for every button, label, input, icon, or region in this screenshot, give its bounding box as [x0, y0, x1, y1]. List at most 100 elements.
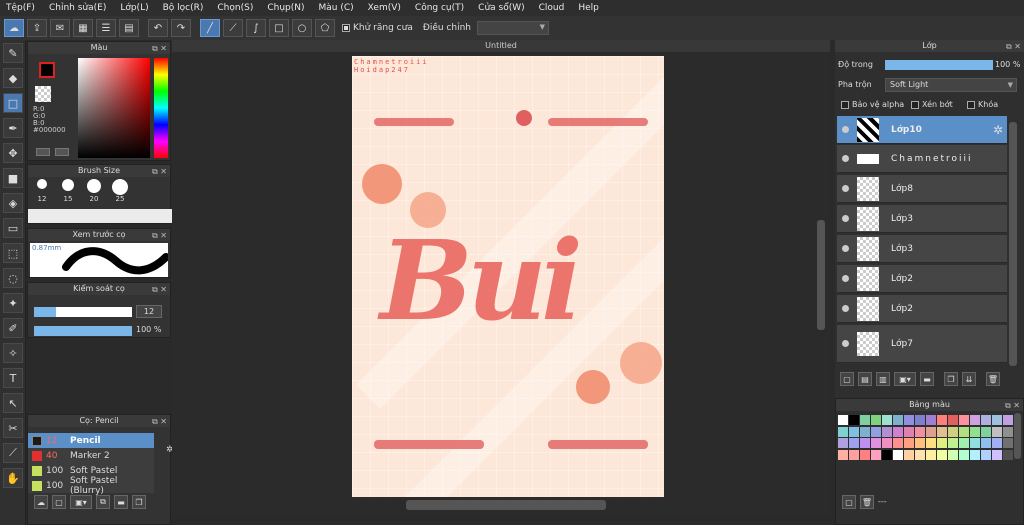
- eye-icon[interactable]: [842, 215, 849, 222]
- menu-window[interactable]: Cửa sổ(W): [478, 3, 524, 13]
- palette-swatch[interactable]: [1003, 438, 1013, 448]
- palette-swatch[interactable]: [959, 415, 969, 425]
- menu-tools[interactable]: Công cụ(T): [415, 3, 464, 13]
- palette-swatch[interactable]: [882, 438, 892, 448]
- eye-icon[interactable]: [842, 185, 849, 192]
- eye-icon[interactable]: [842, 245, 849, 252]
- new-layer-8bit-icon[interactable]: ▤: [858, 372, 872, 386]
- palette-swatch[interactable]: [948, 415, 958, 425]
- chat-icon[interactable]: ✉: [50, 19, 70, 37]
- duplicate-icon[interactable]: ❐: [132, 495, 146, 509]
- move-tool-icon[interactable]: ✥: [3, 143, 23, 163]
- palette-swatch[interactable]: [937, 415, 947, 425]
- folder-icon[interactable]: ▬: [920, 372, 934, 386]
- add-brush-icon[interactable]: ▣▾: [70, 495, 92, 509]
- saturation-value-picker[interactable]: [78, 58, 150, 158]
- palette-swatch[interactable]: [871, 449, 881, 460]
- palette-swatch[interactable]: [981, 415, 991, 425]
- menu-help[interactable]: Help: [578, 3, 599, 13]
- menu-cloud[interactable]: Cloud: [539, 3, 565, 13]
- eye-icon[interactable]: [842, 126, 849, 133]
- color-mode-button-1[interactable]: [36, 148, 50, 156]
- menu-edit[interactable]: Chỉnh sửa(E): [49, 3, 106, 13]
- palette-swatch[interactable]: [948, 449, 958, 460]
- palette-swatch[interactable]: [959, 438, 969, 448]
- brush-item-marker[interactable]: 40 Marker 2: [28, 448, 154, 463]
- palette-swatch[interactable]: [860, 449, 870, 460]
- palette-swatch[interactable]: [992, 449, 1002, 460]
- eye-icon[interactable]: [842, 155, 849, 162]
- palette-swatch[interactable]: [937, 449, 947, 460]
- popout-icon[interactable]: ⧉ ✕: [152, 166, 167, 178]
- palette-swatch[interactable]: [915, 426, 925, 437]
- artwork-canvas[interactable]: Chamnetroiii Hoidap247 Bui: [352, 56, 664, 497]
- gradient-tool-icon[interactable]: ▭: [3, 218, 23, 238]
- palette-swatch[interactable]: [970, 438, 980, 448]
- fill-rect-icon[interactable]: ■: [3, 168, 23, 188]
- vertical-scrollbar[interactable]: [817, 220, 825, 330]
- layer-item[interactable]: Lớp3: [837, 235, 1007, 263]
- palette-swatch[interactable]: [992, 438, 1002, 448]
- cloud-brush-icon[interactable]: ☁: [34, 495, 48, 509]
- palette-swatch[interactable]: [1003, 426, 1013, 437]
- select-eraser-icon[interactable]: ✧: [3, 343, 23, 363]
- palette-swatch[interactable]: [860, 426, 870, 437]
- lasso-tool-icon[interactable]: ◌: [3, 268, 23, 288]
- document-tab[interactable]: Untitled: [172, 40, 830, 52]
- new-palette-icon[interactable]: ▢: [842, 495, 856, 509]
- hue-slider[interactable]: [154, 58, 168, 158]
- popout-icon[interactable]: ⧉ ✕: [152, 230, 167, 242]
- layer-item[interactable]: Lớp3: [837, 205, 1007, 233]
- brush-size-option[interactable]: 12: [32, 179, 52, 203]
- eye-icon[interactable]: [842, 305, 849, 312]
- popout-icon[interactable]: ⧉ ✕: [1006, 41, 1021, 53]
- palette-swatch[interactable]: [915, 449, 925, 460]
- redo-icon[interactable]: ↷: [171, 19, 191, 37]
- layer-opacity-slider[interactable]: [885, 60, 993, 70]
- polyline-tool-icon[interactable]: ⟋: [223, 19, 243, 37]
- palette-swatch[interactable]: [882, 449, 892, 460]
- palette-swatch[interactable]: [959, 426, 969, 437]
- operation-tool-icon[interactable]: ↖: [3, 393, 23, 413]
- menu-color[interactable]: Màu (C): [319, 3, 354, 13]
- palette-swatch[interactable]: [981, 426, 991, 437]
- menu-layer[interactable]: Lớp(L): [120, 3, 148, 13]
- palette-swatch[interactable]: [838, 426, 848, 437]
- palette-swatch[interactable]: [838, 415, 848, 425]
- palette-swatch[interactable]: [871, 438, 881, 448]
- brush-tool-icon[interactable]: ✎: [3, 43, 23, 63]
- palette-swatch[interactable]: [915, 438, 925, 448]
- menu-file[interactable]: Tệp(F): [6, 3, 35, 13]
- gear-icon[interactable]: ✲: [993, 123, 1003, 137]
- brush-size-option[interactable]: 15: [58, 179, 78, 203]
- hand-tool-icon[interactable]: ✋: [3, 468, 23, 488]
- eye-icon[interactable]: [842, 340, 849, 347]
- popout-icon[interactable]: ⧉ ✕: [152, 43, 167, 55]
- horizontal-scrollbar[interactable]: [406, 500, 606, 510]
- palette-swatch[interactable]: [970, 449, 980, 460]
- palette-swatch[interactable]: [915, 415, 925, 425]
- popout-icon[interactable]: ⧉ ✕: [152, 416, 167, 428]
- menu-view[interactable]: Xem(V): [368, 3, 401, 13]
- palette-swatch[interactable]: [904, 438, 914, 448]
- layer-item[interactable]: Lớp8: [837, 175, 1007, 203]
- new-layer-1bit-icon[interactable]: ▥: [876, 372, 890, 386]
- layer-item[interactable]: Lớp10 ✲: [837, 116, 1007, 144]
- palette-swatch[interactable]: [959, 449, 969, 460]
- palette-swatch[interactable]: [871, 415, 881, 425]
- adjust-dropdown[interactable]: ▼: [476, 21, 549, 35]
- palette-swatch[interactable]: [937, 438, 947, 448]
- palette-swatch[interactable]: [948, 438, 958, 448]
- palette-swatch[interactable]: [926, 415, 936, 425]
- palette-swatch[interactable]: [926, 426, 936, 437]
- palette-swatch[interactable]: [937, 426, 947, 437]
- eraser-tool-icon[interactable]: ◆: [3, 68, 23, 88]
- palette-swatch[interactable]: [860, 438, 870, 448]
- palette-swatch[interactable]: [893, 415, 903, 425]
- palette-swatch[interactable]: [904, 415, 914, 425]
- palette-swatch[interactable]: [948, 426, 958, 437]
- brush-size-option[interactable]: 25: [110, 179, 130, 203]
- layer-item[interactable]: Lớp2: [837, 295, 1007, 323]
- polygon-tool-icon[interactable]: ⬠: [315, 19, 335, 37]
- pen-tool-icon[interactable]: ✒: [3, 118, 23, 138]
